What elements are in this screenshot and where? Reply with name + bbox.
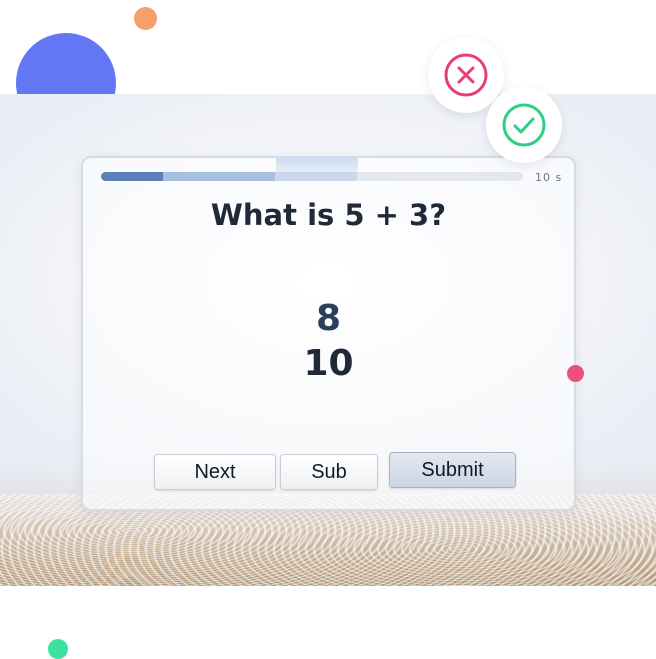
- submit-button[interactable]: Submit: [389, 452, 516, 488]
- decorative-pink-dot: [567, 365, 584, 382]
- answer-option[interactable]: 8: [83, 298, 574, 339]
- answer-option[interactable]: 10: [83, 343, 574, 384]
- progress-bar: [101, 172, 523, 181]
- decorative-green-dot: [48, 639, 68, 659]
- sub-button[interactable]: Sub: [280, 454, 378, 490]
- close-circle-icon: [444, 53, 488, 97]
- timer-label: 10 s: [535, 171, 563, 184]
- correct-badge: [486, 87, 562, 163]
- question-text: What is 5 + 3?: [210, 198, 447, 232]
- next-button[interactable]: Next: [154, 454, 276, 490]
- progress-fill-tertiary: [275, 172, 357, 181]
- check-circle-icon: [502, 103, 546, 147]
- progress-fill: [101, 172, 163, 181]
- quiz-panel: 10 s What is 5 + 3? 8 10 Next Sub Submit: [81, 156, 576, 511]
- progress-fill-secondary: [163, 172, 275, 181]
- decorative-orange-dot: [134, 7, 157, 30]
